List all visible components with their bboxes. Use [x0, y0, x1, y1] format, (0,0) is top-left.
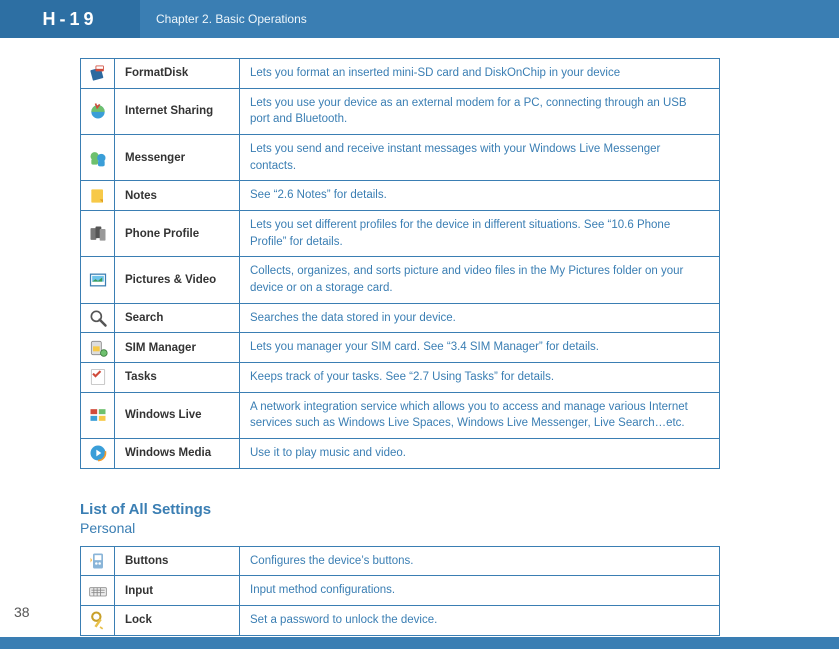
footer-bar	[0, 637, 839, 649]
program-desc: Use it to play music and video.	[240, 439, 720, 469]
windows-live-icon	[81, 392, 115, 438]
program-desc: Lets you format an inserted mini-SD card…	[240, 59, 720, 89]
buttons-icon	[81, 546, 115, 576]
program-desc: See “2.6 Notes” for details.	[240, 181, 720, 211]
settings-subheading: Personal	[80, 520, 779, 536]
program-row: Internet SharingLets you use your device…	[81, 88, 720, 134]
program-row: SIM ManagerLets you manager your SIM car…	[81, 333, 720, 363]
setting-desc: Input method configurations.	[240, 576, 720, 606]
program-row: Pictures & VideoCollects, organizes, and…	[81, 257, 720, 303]
program-desc: Lets you set different profiles for the …	[240, 211, 720, 257]
programs-table: FormatDiskLets you format an inserted mi…	[80, 58, 720, 469]
program-row: SearchSearches the data stored in your d…	[81, 303, 720, 333]
program-desc: Searches the data stored in your device.	[240, 303, 720, 333]
page-number: 38	[14, 604, 30, 620]
program-desc: Keeps track of your tasks. See “2.7 Usin…	[240, 363, 720, 393]
input-icon	[81, 576, 115, 606]
logo-block: H-19	[0, 0, 140, 38]
setting-desc: Set a password to unlock the device.	[240, 606, 720, 636]
program-desc: Lets you use your device as an external …	[240, 88, 720, 134]
program-row: FormatDiskLets you format an inserted mi…	[81, 59, 720, 89]
program-desc: A network integration service which allo…	[240, 392, 720, 438]
pictures-video-icon	[81, 257, 115, 303]
setting-name: Lock	[115, 606, 240, 636]
windows-media-icon	[81, 439, 115, 469]
program-desc: Lets you manager your SIM card. See “3.4…	[240, 333, 720, 363]
sim-manager-icon	[81, 333, 115, 363]
formatdisk-icon	[81, 59, 115, 89]
chapter-title: Chapter 2. Basic Operations	[140, 0, 839, 38]
lock-icon	[81, 606, 115, 636]
setting-name: Buttons	[115, 546, 240, 576]
program-name: Phone Profile	[115, 211, 240, 257]
program-row: NotesSee “2.6 Notes” for details.	[81, 181, 720, 211]
program-row: Windows MediaUse it to play music and vi…	[81, 439, 720, 469]
program-row: TasksKeeps track of your tasks. See “2.7…	[81, 363, 720, 393]
program-desc: Lets you send and receive instant messag…	[240, 135, 720, 181]
program-name: Windows Live	[115, 392, 240, 438]
program-row: MessengerLets you send and receive insta…	[81, 135, 720, 181]
internet-sharing-icon	[81, 88, 115, 134]
setting-row: ButtonsConfigures the device’s buttons.	[81, 546, 720, 576]
tasks-icon	[81, 363, 115, 393]
program-name: Pictures & Video	[115, 257, 240, 303]
program-row: Windows LiveA network integration servic…	[81, 392, 720, 438]
settings-table: ButtonsConfigures the device’s buttons.I…	[80, 546, 720, 636]
program-name: Windows Media	[115, 439, 240, 469]
program-name: Tasks	[115, 363, 240, 393]
setting-name: Input	[115, 576, 240, 606]
program-name: Notes	[115, 181, 240, 211]
program-name: FormatDisk	[115, 59, 240, 89]
messenger-icon	[81, 135, 115, 181]
phone-profile-icon	[81, 211, 115, 257]
program-name: SIM Manager	[115, 333, 240, 363]
logo-text: H-19	[42, 9, 97, 30]
header-bar: H-19 Chapter 2. Basic Operations	[0, 0, 839, 38]
program-name: Search	[115, 303, 240, 333]
program-desc: Collects, organizes, and sorts picture a…	[240, 257, 720, 303]
setting-row: LockSet a password to unlock the device.	[81, 606, 720, 636]
notes-icon	[81, 181, 115, 211]
search-icon	[81, 303, 115, 333]
settings-heading: List of All Settings	[80, 501, 779, 518]
setting-row: InputInput method configurations.	[81, 576, 720, 606]
program-name: Internet Sharing	[115, 88, 240, 134]
program-row: Phone ProfileLets you set different prof…	[81, 211, 720, 257]
program-name: Messenger	[115, 135, 240, 181]
setting-desc: Configures the device’s buttons.	[240, 546, 720, 576]
